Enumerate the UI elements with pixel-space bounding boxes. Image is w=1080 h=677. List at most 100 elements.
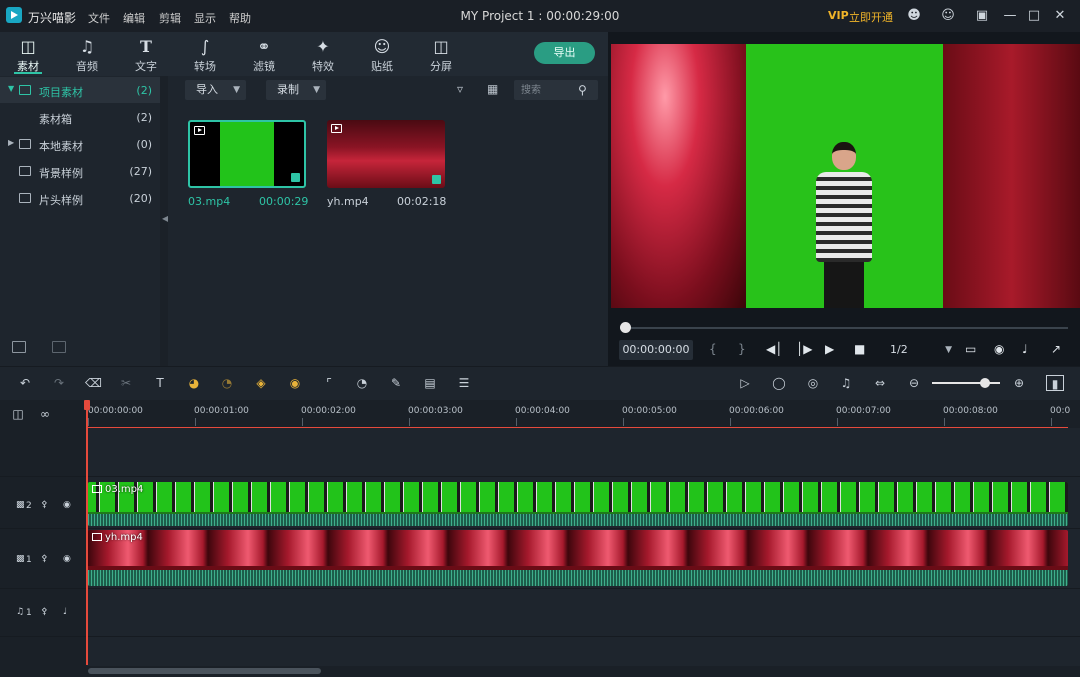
speed-gauge-icon[interactable]: ◔: [354, 375, 370, 391]
tab-sticker[interactable]: ☺ 贴纸: [354, 32, 410, 76]
delete-folder-icon[interactable]: [52, 341, 66, 353]
maximize-icon[interactable]: □: [1026, 8, 1042, 24]
timeline-scrollbar-thumb[interactable]: [88, 668, 321, 674]
adjust-sliders-icon[interactable]: ☰: [456, 375, 472, 391]
menu-help[interactable]: 帮助: [229, 10, 251, 26]
export-button[interactable]: 导出: [534, 42, 595, 64]
zoom-in-icon[interactable]: ⊕: [1011, 375, 1027, 391]
ruler-tick: [195, 418, 196, 426]
active-tab-indicator: [14, 72, 42, 74]
mark-in-icon[interactable]: {: [709, 342, 717, 356]
render-preview-icon[interactable]: ▷: [737, 375, 753, 391]
sidebar-item-media-bin[interactable]: 素材箱 (2): [0, 104, 160, 130]
add-track-icon[interactable]: ◫: [10, 406, 26, 422]
stop-icon[interactable]: ■: [854, 342, 865, 356]
playhead-handle[interactable]: [84, 400, 90, 410]
undo-icon[interactable]: ↶: [17, 375, 33, 391]
menu-clip[interactable]: 剪辑: [159, 10, 181, 26]
split-scissors-icon[interactable]: ✂: [118, 375, 134, 391]
delete-icon[interactable]: ⌫: [85, 375, 102, 391]
speed-rate-icon[interactable]: ◕: [186, 375, 202, 391]
menu-file[interactable]: 文件: [88, 10, 110, 26]
timeline-clip-03[interactable]: 03.mp4: [88, 482, 1068, 526]
track-separator: [0, 636, 1080, 637]
color-pick-icon[interactable]: ✎: [388, 375, 404, 391]
ruler-tick-label: 00:00:05:00: [622, 406, 677, 416]
tab-text[interactable]: T 文字: [118, 32, 174, 76]
media-thumbnail-03[interactable]: [188, 120, 306, 188]
record-dropdown[interactable]: 录制 ▼: [266, 80, 326, 100]
speaker-icon[interactable]: ♩: [63, 607, 67, 617]
audio-waveform: [88, 514, 1068, 526]
grid-view-icon[interactable]: ▦: [487, 82, 498, 96]
zoom-slider-handle[interactable]: [980, 378, 990, 388]
add-text-icon[interactable]: T: [152, 375, 168, 391]
play-icon[interactable]: ▶: [825, 342, 834, 356]
next-frame-icon[interactable]: │▶: [796, 342, 812, 356]
ruler-tick: [1051, 418, 1052, 426]
ruler-tick: [730, 418, 731, 426]
display-settings-icon[interactable]: ▭: [965, 342, 976, 356]
menu-view[interactable]: 显示: [194, 10, 216, 26]
preview-quality-select[interactable]: 1/2 ▼: [880, 340, 954, 360]
import-dropdown[interactable]: 导入 ▼: [185, 80, 246, 100]
fullscreen-icon[interactable]: ↗: [1051, 342, 1061, 356]
export-frame-icon[interactable]: ▤: [422, 375, 438, 391]
preview-scrubber[interactable]: [620, 327, 1068, 329]
sidebar-item-project-media[interactable]: ▼ 项目素材 (2): [0, 77, 160, 103]
expand-caret-icon[interactable]: ▼: [8, 84, 14, 93]
microphone-icon[interactable]: ◎: [805, 375, 821, 391]
eye-icon[interactable]: ◉: [63, 500, 71, 510]
tab-audio[interactable]: ♫ 音频: [59, 32, 115, 76]
folder-icon: [19, 85, 31, 95]
crop-icon[interactable]: ⌜: [321, 375, 337, 391]
audio-mixer-icon[interactable]: ♫: [838, 375, 854, 391]
media-thumbnail-yh[interactable]: [327, 120, 445, 188]
eye-icon[interactable]: ◉: [63, 554, 71, 564]
feedback-icon[interactable]: ☺: [940, 8, 956, 24]
fit-timeline-icon[interactable]: ⇔: [872, 375, 888, 391]
track-separator: [0, 476, 1080, 477]
video-track-icon: ▩: [16, 500, 25, 510]
marker-icon[interactable]: ◯: [771, 375, 787, 391]
search-icon[interactable]: ⚲: [578, 83, 587, 97]
split-view-icon[interactable]: ▮: [1046, 375, 1064, 391]
timeline-clip-yh[interactable]: yh.mp4: [88, 530, 1068, 586]
vip-badge[interactable]: VIP: [828, 9, 849, 22]
scrubber-handle[interactable]: [620, 322, 631, 333]
filter-funnel-icon[interactable]: ▿: [457, 82, 463, 96]
snapshot-camera-icon[interactable]: ◉: [994, 342, 1004, 356]
mark-out-icon[interactable]: }: [738, 342, 746, 356]
tab-filter[interactable]: ⚭ 滤镜: [236, 32, 292, 76]
redo-icon[interactable]: ↷: [51, 375, 67, 391]
playhead[interactable]: [86, 403, 88, 665]
link-icon[interactable]: ∞: [37, 406, 53, 422]
tab-transition[interactable]: ∫ 转场: [177, 32, 233, 76]
previous-frame-icon[interactable]: ◀│: [766, 342, 782, 356]
tab-split-screen[interactable]: ◫ 分屏: [413, 32, 469, 76]
volume-icon[interactable]: ♩: [1022, 342, 1028, 356]
ruler-tick-label: 00:00:07:00: [836, 406, 891, 416]
zoom-out-icon[interactable]: ⊖: [906, 375, 922, 391]
tab-effects[interactable]: ✦ 特效: [295, 32, 351, 76]
minimize-icon[interactable]: —: [1002, 8, 1018, 24]
sidebar-item-local-media[interactable]: ▶ 本地素材 (0): [0, 131, 160, 157]
lock-icon[interactable]: ⚴: [41, 554, 48, 564]
tab-media[interactable]: ◫ 素材: [0, 32, 56, 76]
reverse-speed-icon[interactable]: ◔: [219, 375, 235, 391]
lock-icon[interactable]: ⚴: [41, 500, 48, 510]
lock-icon[interactable]: ⚴: [41, 607, 48, 617]
ruler-tick: [302, 418, 303, 426]
keyframe-icon[interactable]: ◈: [253, 375, 269, 391]
store-icon[interactable]: ▣: [974, 8, 990, 24]
color-palette-icon[interactable]: ◉: [287, 375, 303, 391]
sidebar-item-background-samples[interactable]: 背景样例 (27): [0, 158, 160, 184]
expand-caret-icon[interactable]: ▶: [8, 138, 14, 147]
menu-edit[interactable]: 编辑: [123, 10, 145, 26]
vip-activate-link[interactable]: 立即开通: [849, 9, 893, 25]
new-folder-icon[interactable]: [12, 341, 26, 353]
ruler-tick-label: 00:00:08:00: [943, 406, 998, 416]
sidebar-item-intro-samples[interactable]: 片头样例 (20): [0, 185, 160, 211]
user-icon[interactable]: ☻: [906, 8, 922, 24]
close-icon[interactable]: ✕: [1052, 8, 1068, 24]
